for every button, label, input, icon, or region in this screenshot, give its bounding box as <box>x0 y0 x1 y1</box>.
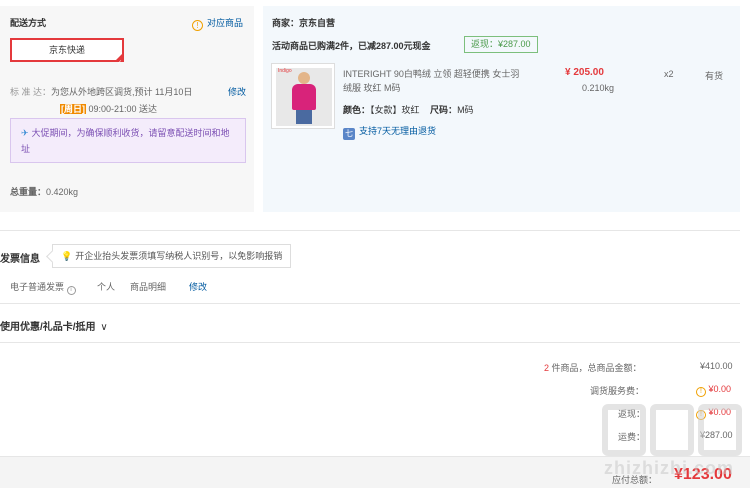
standard-label: 标 准 达： <box>10 87 52 97</box>
delivery-title: 配送方式 <box>10 18 47 28</box>
product-title-line1[interactable]: INTERIGHT 90白鸭绒 立领 超轻便携 女士羽 <box>343 67 519 80</box>
product-title-line2[interactable]: 绒服 玫红 M码 <box>343 81 401 94</box>
thumb-jacket <box>292 84 316 110</box>
return-icon: 七 <box>343 128 355 140</box>
total-weight: 总重量：0.420kg <box>10 185 78 198</box>
rebate-badge: 返现：¥287.00 <box>464 36 538 53</box>
invoice-content: 商品明细 <box>130 282 167 292</box>
thumb-model-head <box>298 72 310 84</box>
watermark-glyph <box>698 404 742 456</box>
coupon-toggle[interactable]: 使用优惠/礼品卡/抵用 ∨ <box>0 318 108 333</box>
express-option-label: 京东快递 <box>48 45 85 55</box>
total-weight-label: 总重量： <box>10 187 47 197</box>
product-price: ¥ 205.00 <box>565 67 604 78</box>
rebate-label: 返现：¥287.00 <box>464 36 538 53</box>
divider <box>0 230 740 231</box>
service-fee-value-group: ! ¥0.00 <box>696 384 731 397</box>
watermark-text: zhizhizhi.com <box>604 458 734 478</box>
invoice-holder: 个人 <box>97 282 116 292</box>
match-goods-link[interactable]: ! 对应商品 <box>192 16 243 31</box>
goods-count: 2 <box>544 363 550 373</box>
size-value: M码 <box>457 105 474 115</box>
warning-icon[interactable]: ! <box>696 387 706 397</box>
thumb-brand: Indigo <box>278 68 292 74</box>
merchant-label: 商家： <box>272 18 300 28</box>
watermark-glyph <box>650 404 694 456</box>
invoice-title: 发票信息 <box>0 254 40 265</box>
service-fee-value: ¥0.00 <box>708 384 732 394</box>
goods-total-label: 件商品，总商品金额： <box>551 363 642 373</box>
watermark-glyph <box>602 404 646 456</box>
coupon-title: 使用优惠/礼品卡/抵用 <box>0 322 96 333</box>
warning-icon: ! <box>192 20 203 31</box>
merchant-line: 商家：京东自营 <box>272 16 335 29</box>
product-attrs: 颜色：【女款】玫红 尺码：M码 <box>343 103 474 116</box>
selected-check-icon <box>114 52 124 73</box>
delivery-modify-link[interactable]: 修改 <box>228 85 246 98</box>
color-value: 【女款】玫红 <box>370 105 420 115</box>
promo-notice: ✈ 大促期间，为确保顺利收货，请留意配送时间和地址 <box>10 118 246 163</box>
invoice-tip: 💡 开企业抬头发票须填写纳税人识别号，以免影响报销 <box>52 244 292 268</box>
paper-plane-icon: ✈ <box>21 128 29 138</box>
divider <box>0 342 740 343</box>
invoice-type-label: 电子普通发票 <box>10 282 65 292</box>
info-icon[interactable]: i <box>66 286 76 295</box>
lightbulb-icon: 💡 <box>61 251 73 261</box>
size-label: 尺码： <box>430 105 458 115</box>
return-guarantee[interactable]: 七支持7天无理由退货 <box>343 124 436 140</box>
activity-text: 活动商品已购满2件，已减287.00元现金 <box>272 41 431 51</box>
standard-text: 为您从外地跨区调货,预计 11月10日 <box>51 87 193 97</box>
express-option-selected[interactable]: 京东快递 <box>10 38 124 73</box>
guarantee-text: 支持7天无理由退货 <box>359 126 437 136</box>
color-label: 颜色： <box>343 105 371 115</box>
delivery-time-line: [周日] 09:00-21:00 送达 <box>60 102 157 115</box>
stock-status: 有货 <box>705 71 724 81</box>
product-weight: 0.210kg <box>582 83 615 93</box>
site-watermark: zhizhizhi.com <box>600 400 750 488</box>
invoice-type: 电子普通发票 i <box>10 280 76 295</box>
promo-notice-text: 大促期间，为确保顺利收货，请留意配送时间和地址 <box>21 128 230 154</box>
invoice-tip-text: 开企业抬头发票须填写纳税人识别号，以免影响报销 <box>75 251 283 261</box>
goods-count-line: 2 件商品，总商品金额： <box>544 361 642 374</box>
time-window: 09:00-21:00 送达 <box>88 104 158 114</box>
goods-total-value: ¥410.00 <box>700 361 733 371</box>
weekday-badge: [周日] <box>60 104 86 114</box>
match-goods-label: 对应商品 <box>207 18 244 28</box>
chevron-down-icon: ∨ <box>100 322 108 333</box>
invoice-modify-link[interactable]: 修改 <box>189 280 207 293</box>
product-thumbnail[interactable]: Indigo <box>271 63 335 129</box>
total-weight-value: 0.420kg <box>46 187 79 197</box>
merchant-name: 京东自营 <box>299 18 336 28</box>
service-fee-label: 调货服务费： <box>590 386 645 396</box>
standard-delivery-line: 标 准 达：为您从外地跨区调货,预计 11月10日 <box>10 85 192 98</box>
thumb-jeans <box>296 110 312 124</box>
product-quantity: x2 <box>664 69 674 79</box>
divider <box>0 303 740 304</box>
